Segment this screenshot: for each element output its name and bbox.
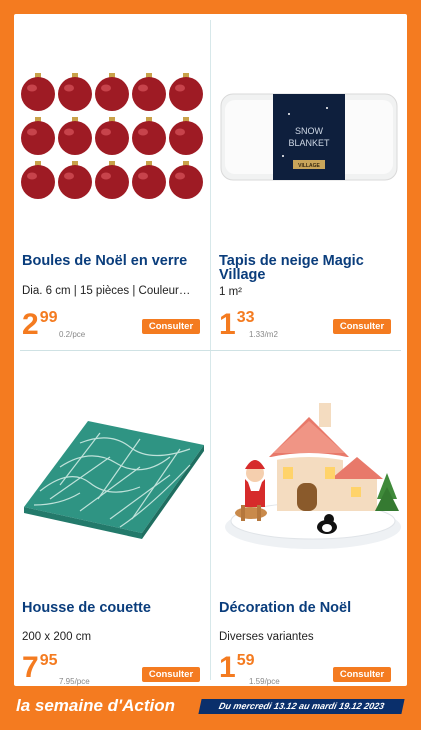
consulter-button[interactable]: Consulter — [333, 319, 391, 334]
package-text: BLANKET — [288, 138, 330, 148]
product-card-christmas-decoration[interactable]: Décoration de Noël Diverses variantes 15… — [211, 351, 407, 687]
footer-date-badge: Du mercredi 13.12 au mardi 19.12 2023 — [198, 699, 405, 714]
product-title: Tapis de neige Magic Village — [219, 253, 364, 283]
christmas-baubles-image — [21, 73, 203, 199]
price-integer: 7 — [22, 651, 39, 684]
bauble — [169, 121, 203, 155]
bauble — [21, 121, 55, 155]
price-decimal: 99 — [39, 309, 58, 326]
price-integer: 1 — [219, 308, 236, 341]
package-brand: VILLAGE — [298, 163, 320, 169]
product-grid: Boules de Noël en verre Dia. 6 cm | 15 p… — [14, 14, 407, 686]
snow-blanket-image: SNOW BLANKET VILLAGE — [220, 93, 398, 181]
product-subtitle: 200 x 200 cm — [22, 631, 92, 643]
product-price: 299 — [22, 310, 57, 344]
bauble — [58, 165, 92, 199]
price-decimal: 95 — [39, 652, 58, 669]
package-text: SNOW — [295, 126, 324, 136]
consulter-button[interactable]: Consulter — [142, 319, 200, 334]
product-title: Décoration de Noël — [219, 600, 352, 616]
consulter-button[interactable]: Consulter — [333, 667, 391, 682]
bauble — [169, 77, 203, 111]
product-card-baubles[interactable]: Boules de Noël en verre Dia. 6 cm | 15 p… — [14, 14, 210, 350]
product-card-duvet-cover[interactable]: Housse de couette 200 x 200 cm 795 7.95/… — [14, 351, 210, 687]
price-decimal: 59 — [236, 652, 255, 669]
bauble — [21, 77, 55, 111]
bauble — [95, 165, 129, 199]
product-subtitle: 1 m² — [219, 286, 242, 298]
unit-price: 1.33/m2 — [249, 330, 278, 339]
unit-price: 0.2/pce — [59, 330, 86, 339]
unit-price: 7.95/pce — [59, 677, 90, 686]
bauble — [132, 77, 166, 111]
duvet-cover-image — [24, 421, 204, 539]
product-subtitle: Diverses variantes — [219, 631, 314, 643]
consulter-button[interactable]: Consulter — [142, 667, 200, 682]
bauble — [132, 165, 166, 199]
bauble — [95, 77, 129, 111]
price-decimal: 33 — [236, 309, 255, 326]
bauble — [21, 165, 55, 199]
product-title: Boules de Noël en verre — [22, 253, 188, 269]
bauble — [132, 121, 166, 155]
bauble — [169, 165, 203, 199]
christmas-house-image — [225, 397, 401, 549]
price-integer: 2 — [22, 308, 39, 341]
bauble — [58, 121, 92, 155]
unit-price: 1.59/pce — [249, 677, 280, 686]
price-integer: 1 — [219, 651, 236, 684]
product-card-snow-blanket[interactable]: SNOW BLANKET VILLAGE Tapis de neige Magi… — [211, 14, 407, 350]
product-title: Housse de couette — [22, 600, 151, 616]
bauble — [95, 121, 129, 155]
product-price: 795 — [22, 653, 57, 687]
product-subtitle: Dia. 6 cm | 15 pièces | Couleur… — [22, 285, 191, 297]
bauble — [58, 77, 92, 111]
footer-brand: la semaine d'Action — [16, 696, 175, 715]
